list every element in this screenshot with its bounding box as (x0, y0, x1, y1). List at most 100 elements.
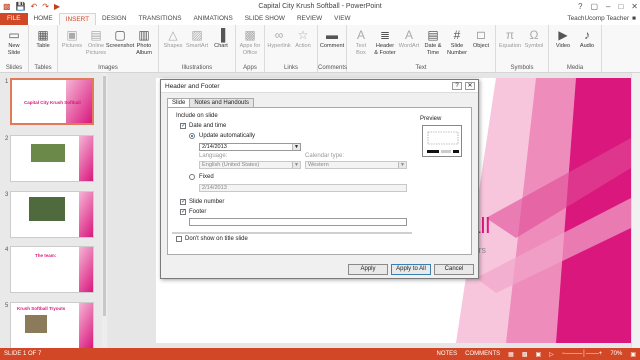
dont-show-title-checkbox[interactable] (176, 236, 182, 242)
apply-button[interactable]: Apply (348, 264, 388, 275)
symbol-button[interactable]: Ω Symbol (523, 27, 545, 50)
ribbon-group-images: ▣ Pictures ▤ Online Pictures ▢ Screenshot ▥ Pho… (58, 25, 159, 72)
date-format-select[interactable]: 2/14/2013 ▼ (199, 143, 301, 151)
date-value: 2/14/2013 (202, 144, 227, 150)
zoom-slider[interactable]: −────│───+ (562, 351, 603, 357)
minimize-icon[interactable]: – (606, 0, 610, 13)
ribbon-button-label: Hyperlink (267, 43, 291, 49)
object-button[interactable]: □ Object (470, 27, 492, 50)
fixed-date-field: 2/14/2013 (199, 184, 407, 192)
thumbnail-scrollbar[interactable] (102, 73, 107, 348)
editor-scrollbar[interactable] (631, 73, 640, 348)
present-icon[interactable]: ▶ (54, 0, 60, 13)
online-pictures-icon: ▤ (90, 28, 102, 42)
footer-input[interactable] (189, 218, 407, 226)
slide-thumbnail-5[interactable]: Krush Softball Tryouts (10, 302, 94, 349)
date-time-button[interactable]: ▤ Date & Time (422, 27, 444, 56)
smartart-button[interactable]: ▨ SmartArt (186, 27, 208, 50)
reading-view-icon[interactable]: ▣ (536, 351, 542, 358)
ribbon-group-label: Tables (34, 65, 52, 71)
audio-button[interactable]: ♪ Audio (576, 27, 598, 50)
slideshow-view-icon[interactable]: ▷ (549, 351, 554, 358)
ribbon-button-label: Symbol (524, 43, 544, 49)
hyperlink-button[interactable]: ∞ Hyperlink (267, 27, 291, 50)
table-button[interactable]: ▦ Table (32, 27, 54, 50)
header-footer-button[interactable]: ≣ Header & Footer (374, 27, 396, 56)
textbox-button[interactable]: A Text Box (350, 27, 372, 56)
slide-thumbnail-1[interactable]: Capital City Krush Softball (10, 78, 94, 125)
comments-button[interactable]: COMMENTS (465, 351, 500, 357)
tab-review[interactable]: REVIEW (291, 13, 328, 25)
ribbon-group-slides: ▭ New Slide Slides (0, 25, 29, 72)
chevron-down-icon[interactable]: ▼ (292, 144, 300, 150)
close-icon[interactable]: ✕ (465, 82, 475, 90)
scroll-thumb[interactable] (103, 76, 106, 316)
ribbon-group-tables: ▦ Table Tables (29, 25, 58, 72)
ribbon-group-label: Text (415, 65, 427, 71)
fixed-label: Fixed (199, 174, 214, 180)
ribbon-group-illustrations: △ Shapes ▨ SmartArt ▐ Chart Illustrations (159, 25, 236, 72)
tab-view[interactable]: VIEW (328, 13, 356, 25)
cancel-button[interactable]: Cancel (434, 264, 474, 275)
tab-design[interactable]: DESIGN (96, 13, 133, 25)
help-icon[interactable]: ? (578, 0, 582, 13)
chart-button[interactable]: ▐ Chart (210, 27, 232, 50)
comment-button[interactable]: ▬ Comment (320, 27, 344, 50)
shapes-icon: △ (168, 28, 178, 42)
photo-album-button[interactable]: ▥ Photo Album (133, 27, 155, 56)
chevron-down-icon: ▼ (398, 162, 406, 168)
date-time-checkbox[interactable]: ✓ (180, 123, 186, 129)
apply-to-all-button[interactable]: Apply to All (391, 264, 431, 275)
zoom-level[interactable]: 70% (610, 351, 622, 357)
close-icon[interactable]: ✕ (631, 0, 638, 13)
dialog-panel: Include on slide ✓ Date and time Update … (167, 107, 472, 255)
photo-album-icon: ▥ (138, 28, 150, 42)
slide-thumbnail-3[interactable] (10, 191, 94, 238)
preview-label: Preview (420, 116, 442, 122)
redo-icon[interactable]: ↷ (42, 0, 49, 13)
slide-sorter-icon[interactable]: ▩ (522, 351, 528, 358)
new-slide-button[interactable]: ▭ New Slide (3, 27, 25, 56)
fixed-radio[interactable] (189, 174, 195, 180)
language-label: Language: (199, 153, 228, 159)
wordart-button[interactable]: A WordArt (398, 27, 420, 50)
calendar-label: Calendar type: (305, 153, 345, 159)
slide-number-icon: # (453, 28, 461, 42)
video-button[interactable]: ▶ Video (552, 27, 574, 50)
normal-view-icon[interactable]: ▦ (508, 351, 514, 358)
ribbon-group-comments: ▬ Comment Comments (318, 25, 347, 72)
slide-number-checkbox[interactable]: ✓ (180, 199, 186, 205)
slide-thumbnail-4[interactable]: The team: (10, 246, 94, 293)
equation-button[interactable]: π Equation (499, 27, 521, 50)
tab-animations[interactable]: ANIMATIONS (188, 13, 239, 25)
maximize-icon[interactable]: □ (618, 0, 623, 13)
apps-button[interactable]: ▩ Apps for Office (239, 27, 261, 56)
action-button[interactable]: ☆ Action (292, 27, 314, 50)
slide-number-button[interactable]: # Slide Number (446, 27, 468, 56)
tab-home[interactable]: HOME (28, 13, 59, 25)
tab-file[interactable]: FILE (0, 13, 28, 25)
dialog-title: Header and Footer (161, 80, 478, 93)
tab-transitions[interactable]: TRANSITIONS (133, 13, 188, 25)
ribbon-button-label: SmartArt (185, 43, 209, 49)
update-auto-radio[interactable] (189, 133, 195, 139)
tab-insert[interactable]: INSERT (58, 13, 97, 25)
ribbon-display-icon[interactable]: ▢ (590, 0, 598, 13)
shapes-button[interactable]: △ Shapes (162, 27, 184, 50)
header-footer-dialog: Header and Footer ? ✕ Slide Notes and Ha… (160, 79, 479, 279)
slide-thumbnail-2[interactable] (10, 135, 94, 182)
ribbon-group-label: Media (566, 65, 584, 71)
screenshot-button[interactable]: ▢ Screenshot (106, 27, 134, 50)
notes-button[interactable]: NOTES (436, 351, 457, 357)
smartart-icon: ▨ (191, 28, 203, 42)
footer-checkbox[interactable]: ✓ (180, 209, 186, 215)
pictures-button[interactable]: ▣ Pictures (61, 27, 83, 50)
user-account[interactable]: TeachUcomp Teacher ■ (567, 13, 640, 25)
fit-slide-icon[interactable]: ▣ (630, 351, 636, 358)
ribbon-group-label: Illustrations (181, 65, 213, 71)
tab-slide-show[interactable]: SLIDE SHOW (239, 13, 291, 25)
online-pictures-button[interactable]: ▤ Online Pictures (85, 27, 107, 56)
save-icon[interactable]: 💾 (16, 0, 26, 13)
undo-icon[interactable]: ↶ (31, 0, 38, 13)
help-icon[interactable]: ? (452, 82, 462, 90)
